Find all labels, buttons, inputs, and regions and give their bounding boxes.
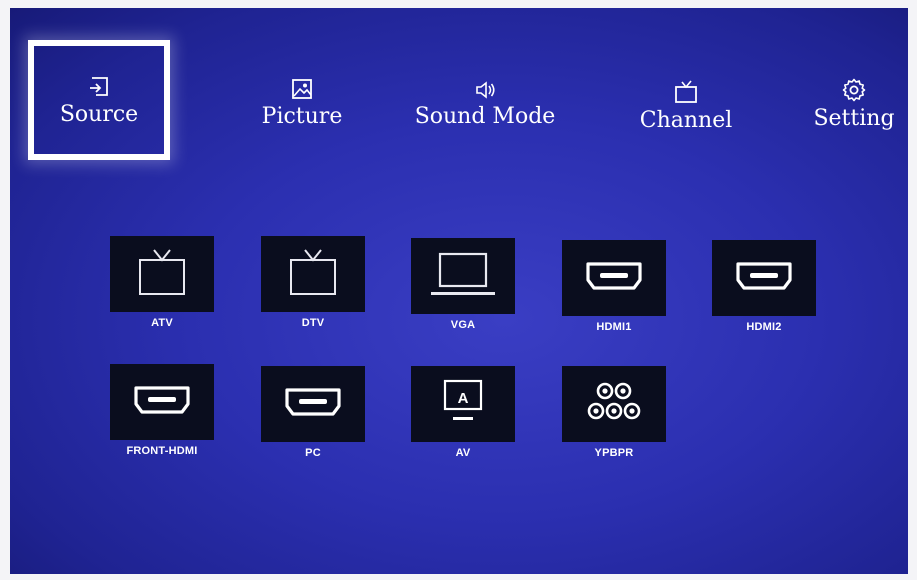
- gear-icon: [842, 78, 866, 102]
- tv-antenna-icon: [136, 246, 188, 303]
- tile-box: [562, 240, 666, 316]
- tile-label: AV: [455, 447, 471, 459]
- tile-label: YPBPR: [594, 447, 634, 459]
- tv-antenna-icon: [674, 80, 698, 104]
- source-tile-front-hdmi[interactable]: FRONT-HDMI: [110, 364, 214, 457]
- tile-label: DTV: [301, 317, 325, 329]
- top-menu: Source Picture Sound Mode Channel Settin…: [10, 8, 908, 198]
- tile-box: [110, 236, 214, 312]
- tile-box: [562, 366, 666, 442]
- menu-item-label: Setting: [813, 106, 895, 131]
- source-input-icon: [88, 76, 110, 98]
- hdmi-port-icon: [584, 258, 644, 299]
- source-tile-dtv[interactable]: DTV: [261, 236, 365, 329]
- source-tile-pc[interactable]: PC: [261, 366, 365, 459]
- picture-icon: [291, 78, 313, 100]
- tile-label: FRONT-HDMI: [126, 445, 198, 457]
- hdmi-port-icon: [283, 384, 343, 425]
- tile-label: HDMI2: [746, 321, 782, 333]
- laptop-icon: [428, 248, 498, 305]
- tile-label: PC: [305, 447, 321, 459]
- menu-item-label: Channel: [639, 108, 733, 133]
- source-tile-atv[interactable]: ATV: [110, 236, 214, 329]
- tile-label: VGA: [450, 319, 476, 331]
- svg-text:A: A: [458, 390, 469, 407]
- menu-item-channel[interactable]: Channel: [626, 80, 746, 133]
- menu-item-label: Source: [59, 102, 139, 127]
- tile-box: [411, 238, 515, 314]
- source-tile-ypbpr[interactable]: YPBPR: [562, 366, 666, 459]
- speaker-icon: [474, 80, 496, 100]
- av-monitor-icon: A: [441, 377, 485, 432]
- menu-item-label: Sound Mode: [414, 104, 556, 129]
- menu-item-setting[interactable]: Setting: [806, 78, 902, 131]
- source-tile-hdmi2[interactable]: HDMI2: [712, 240, 816, 333]
- tv-screen: Source Picture Sound Mode Channel Settin…: [10, 8, 908, 574]
- tile-box: [261, 236, 365, 312]
- source-tile-vga[interactable]: VGA: [411, 238, 515, 331]
- menu-item-label: Picture: [261, 104, 343, 129]
- hdmi-port-icon: [132, 382, 192, 423]
- menu-item-picture[interactable]: Picture: [242, 78, 362, 129]
- tile-label: ATV: [151, 317, 173, 329]
- tile-box: [712, 240, 816, 316]
- menu-item-sound-mode[interactable]: Sound Mode: [405, 80, 565, 129]
- tv-antenna-icon: [287, 246, 339, 303]
- tile-box: A: [411, 366, 515, 442]
- menu-item-source[interactable]: Source: [28, 40, 170, 160]
- hdmi-port-icon: [734, 258, 794, 299]
- source-tile-av[interactable]: A AV: [411, 366, 515, 459]
- tile-box: [261, 366, 365, 442]
- tile-label: HDMI1: [596, 321, 632, 333]
- source-tile-hdmi1[interactable]: HDMI1: [562, 240, 666, 333]
- tile-box: [110, 364, 214, 440]
- component-ports-icon: [586, 377, 642, 432]
